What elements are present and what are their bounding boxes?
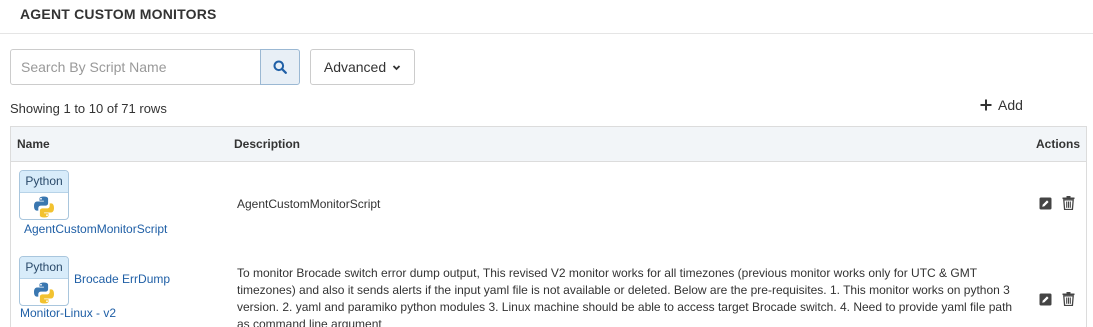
row-actions — [1039, 292, 1075, 306]
table-row: Python AgentCustomMonitorScript AgentCus… — [11, 162, 1086, 242]
edit-icon[interactable] — [1039, 293, 1052, 306]
edit-icon[interactable] — [1039, 197, 1052, 210]
monitors-table: Name Description Actions Python AgentCus… — [10, 126, 1087, 327]
page-title: AGENT CUSTOM MONITORS — [20, 6, 217, 22]
trash-icon[interactable] — [1062, 196, 1075, 210]
title-divider — [0, 33, 1093, 34]
table-row: Python Brocade ErrDump Monitor-Linux - v… — [11, 242, 1086, 327]
add-button[interactable]: Add — [980, 97, 1023, 113]
python-badge: Python — [19, 256, 69, 306]
search-input[interactable] — [10, 49, 261, 85]
column-header-name[interactable]: Name — [17, 137, 50, 151]
script-description: AgentCustomMonitorScript — [237, 197, 381, 211]
trash-icon[interactable] — [1062, 292, 1075, 306]
table-header: Name Description Actions — [11, 127, 1086, 162]
search-button[interactable] — [260, 49, 300, 85]
script-description: To monitor Brocade switch error dump out… — [237, 266, 1013, 327]
python-badge: Python — [19, 170, 69, 220]
column-header-description[interactable]: Description — [234, 137, 300, 151]
pagination-summary: Showing 1 to 10 of 71 rows — [10, 101, 167, 116]
advanced-label: Advanced — [323, 59, 387, 75]
python-logo-icon — [34, 196, 54, 218]
script-name-link[interactable]: AgentCustomMonitorScript — [24, 222, 167, 236]
chevron-down-icon — [393, 64, 401, 70]
row-actions — [1039, 196, 1075, 210]
python-logo-icon — [34, 282, 54, 304]
plus-icon — [980, 99, 992, 111]
add-label: Add — [998, 97, 1023, 113]
script-name-link[interactable]: Brocade ErrDump — [74, 272, 170, 286]
search-icon — [273, 60, 287, 74]
advanced-filter-button[interactable]: Advanced — [310, 49, 415, 85]
script-name-link-continued[interactable]: Monitor-Linux - v2 — [20, 306, 116, 320]
column-header-actions: Actions — [1036, 137, 1081, 151]
python-badge-label: Python — [20, 171, 68, 193]
python-badge-label: Python — [20, 257, 68, 279]
